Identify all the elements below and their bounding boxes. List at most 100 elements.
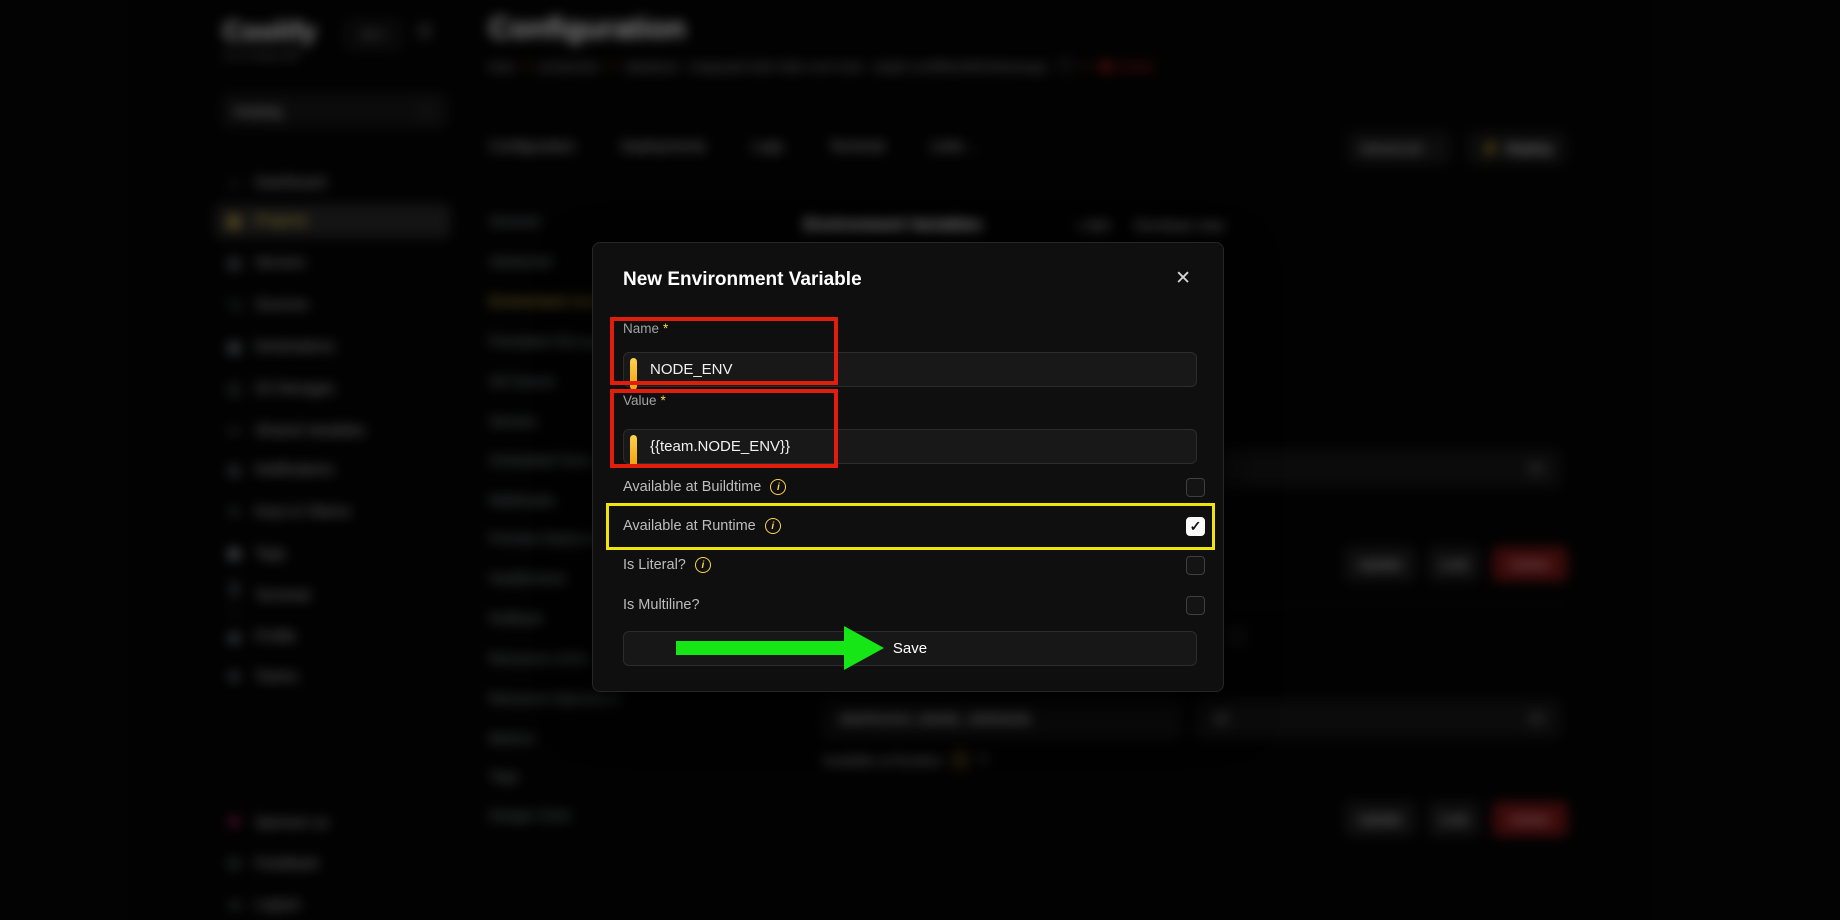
delete-button[interactable]: Delete <box>1493 547 1567 581</box>
logout-icon: ➜ <box>225 896 243 914</box>
advanced-label: Advanced <box>1360 140 1422 156</box>
sidebar-item-sponsor-us[interactable]: ♥ Sponsor us <box>215 806 450 840</box>
status-label: Exited <box>1117 59 1153 74</box>
sidebar-item-projects[interactable]: ▦ Projects <box>215 204 450 238</box>
lock-state-icon <box>1228 628 1244 644</box>
tab-deployments[interactable]: Deployments <box>621 139 706 155</box>
sidebar-item-terminal[interactable]: ❯_Terminal <box>215 579 450 613</box>
sidebar-item-profile[interactable]: ◉ Profile <box>215 620 450 654</box>
value-field-value: {{team.NODE_ENV}} <box>650 438 790 455</box>
breadcrumb-separator: > <box>609 59 616 73</box>
projects-icon: ▦ <box>225 212 243 230</box>
search-input[interactable]: Hosting / <box>223 94 446 127</box>
sidebar-item-label: Notifications <box>255 462 334 478</box>
sidebar-item-label: Projects <box>255 213 307 229</box>
config-nav-tags[interactable]: Tags <box>489 768 669 788</box>
tab-configuration[interactable]: Configuration <box>489 139 575 155</box>
config-nav-general[interactable]: General <box>489 213 669 233</box>
sidebar-item-s3-storages[interactable]: ◫S3 Storages <box>215 372 450 406</box>
info-icon[interactable]: i <box>952 752 968 768</box>
name-label: Name* <box>623 321 668 336</box>
required-asterisk: * <box>663 321 668 336</box>
teams-icon: ❖ <box>225 668 243 686</box>
key-icon: ✶ <box>225 503 243 521</box>
servers-icon: ▤ <box>225 254 243 272</box>
checkbox-available-at-runtime[interactable]: ✓ <box>1186 517 1205 536</box>
add-variable-button[interactable]: + Add <box>1075 218 1109 233</box>
sidebar-item-teams[interactable]: ❖Teams <box>215 660 450 694</box>
checkbox-label-is-multiline-: Is Multiline? <box>623 597 700 613</box>
sidebar-item-label: Sponsor us <box>255 815 328 831</box>
sidebar-item-label: Tags <box>255 546 286 562</box>
tab-links[interactable]: Links⌄ <box>930 139 979 155</box>
profile-icon: ◉ <box>225 628 243 646</box>
config-nav-resource-operations[interactable]: Resource Operations <box>489 690 669 710</box>
reveal-value-icon[interactable] <box>1528 463 1545 474</box>
close-icon[interactable]: ✕ <box>1175 267 1191 290</box>
update-button[interactable]: Update <box>1345 802 1415 836</box>
name-field[interactable]: NODE_ENV <box>623 352 1197 387</box>
env-variables-heading: Environment Variables <box>804 216 982 235</box>
breadcrumb-separator: > <box>1084 59 1091 73</box>
slash-shortcut-hint: / <box>418 102 435 120</box>
breadcrumb-segment[interactable]: production <box>539 59 600 74</box>
lock-button[interactable]: Lock <box>1429 547 1479 581</box>
sidebar-item-logout[interactable]: ➜Logout <box>215 888 450 920</box>
checkbox-label-text: Is Multiline? <box>623 597 700 613</box>
sidebar-item-tags[interactable]: ⬟Tags <box>215 537 450 571</box>
config-nav-danger-zone[interactable]: Danger Zone <box>489 807 669 827</box>
deploy-button[interactable]: ⚡ Deploy <box>1468 132 1566 164</box>
sidebar-item-label: Profile <box>255 629 296 645</box>
delete-button[interactable]: Delete <box>1493 802 1567 836</box>
tab-terminal[interactable]: Terminal <box>829 139 884 155</box>
sidebar-item-notifications[interactable]: ◍Notifications <box>215 453 450 487</box>
save-button[interactable]: Save <box>623 631 1197 666</box>
tab-bar: Configuration Deployments Logs Terminal Link… <box>489 139 979 155</box>
edit-icon[interactable]: ✎ <box>978 752 989 768</box>
config-nav-metrics[interactable]: Metrics <box>489 730 669 750</box>
lock-button[interactable]: Lock <box>1429 802 1479 836</box>
tab-logs[interactable]: Logs <box>752 139 783 155</box>
breadcrumb-segment[interactable]: database : mappyqd-lvder-bdev-arvl-mair … <box>625 59 1048 74</box>
sidebar-item-destinations[interactable]: ▣Destinations <box>215 330 450 364</box>
env-badges: Available at Runtime i ✎ <box>823 752 989 768</box>
tab-label: Configuration <box>489 139 575 155</box>
checkbox-label-available-at-buildtime: Available at Buildtimei <box>623 479 786 495</box>
sidebar-item-sources[interactable]: ⌥Sources <box>215 288 450 322</box>
sidebar-item-keys-tokens[interactable]: ✶Keys & Tokens <box>215 495 450 529</box>
page-title: Configuration <box>489 12 686 46</box>
env-value-input[interactable] <box>1196 450 1560 487</box>
developer-view-button[interactable]: Developer view <box>1135 218 1224 233</box>
status-dot-icon <box>1100 61 1111 72</box>
reveal-value-icon[interactable] <box>1528 713 1545 724</box>
lightning-icon: ⚡ <box>1481 140 1498 157</box>
sources-icon: ⌥ <box>225 296 243 314</box>
breadcrumb-segment[interactable]: beta <box>489 59 514 74</box>
chevron-down-icon: ⌄ <box>1429 142 1438 155</box>
checkbox-label-is-literal-: Is Literal?i <box>623 557 711 573</box>
help-hint: ? <box>1057 58 1075 74</box>
checkbox-is-multiline-[interactable] <box>1186 596 1205 615</box>
heart-icon: ♥ <box>225 812 243 834</box>
sidebar-item-feedback[interactable]: ✉Feedback <box>215 847 450 881</box>
env-value-input[interactable]: 20 <box>1196 700 1560 737</box>
value-field[interactable]: {{team.NODE_ENV}} <box>623 429 1197 464</box>
app-window: Coolify v4.0.0-beta.360 ⌘ K ☰ Hosting / … <box>0 0 1840 920</box>
info-icon[interactable]: i <box>695 557 711 573</box>
sidebar-item-dashboard[interactable]: ⌂Dashboard <box>215 166 450 200</box>
info-icon[interactable]: i <box>765 518 781 534</box>
required-asterisk: * <box>661 393 666 408</box>
sidebar-item-shared-variables[interactable]: ≔Shared Variables <box>215 414 450 448</box>
sidebar-item-label: Destinations <box>255 339 335 355</box>
info-icon[interactable]: i <box>770 479 786 495</box>
field-accent-bar <box>630 358 637 390</box>
chevron-down-icon: ⌄ <box>970 141 979 154</box>
menu-icon[interactable]: ☰ <box>417 22 432 42</box>
update-button[interactable]: Update <box>1345 547 1415 581</box>
breadcrumb-separator: > <box>523 59 530 73</box>
sidebar-item-servers[interactable]: ▤Servers <box>215 246 450 280</box>
advanced-dropdown[interactable]: Advanced ⌄ <box>1348 132 1450 164</box>
checkbox-is-literal-[interactable] <box>1186 556 1205 575</box>
checkbox-available-at-buildtime[interactable] <box>1186 478 1205 497</box>
env-name-input[interactable]: NIXPACKS_NODE_VERSION <box>823 700 1181 737</box>
